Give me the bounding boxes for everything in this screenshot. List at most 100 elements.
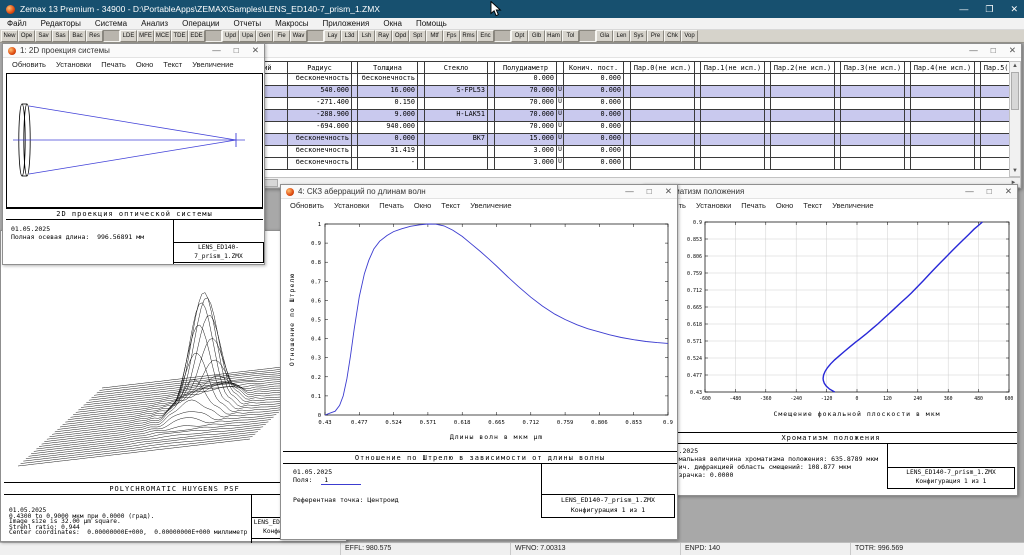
menubar-item-4[interactable]: Операции [175,18,226,30]
cell[interactable] [771,122,835,134]
cell[interactable] [631,86,695,98]
cell[interactable] [841,158,905,170]
cell-solve[interactable] [418,134,425,146]
window-menu-окно[interactable]: Окно [131,60,158,69]
cell-solve[interactable] [488,86,495,98]
toolbar-button-fie[interactable]: Fie [273,30,290,42]
toolbar-button-gla[interactable]: Gla [596,30,613,42]
cell-solve[interactable] [624,98,631,110]
toolbar-button-upa[interactable]: Upa [239,30,256,42]
toolbar-button-vop[interactable]: Vop [681,30,698,42]
cell[interactable]: 940.000 [358,122,418,134]
cell[interactable] [841,86,905,98]
table-row[interactable]: бесконечность-3.000U0.000 [211,158,1011,170]
toolbar-button-lde[interactable]: LDE [120,30,137,42]
toolbar-button-chk[interactable]: Chk [664,30,681,42]
toolbar-button-upd[interactable]: Upd [222,30,239,42]
menubar-item-8[interactable]: Окна [376,18,409,30]
cell[interactable]: - [358,158,418,170]
table-row[interactable]: бесконечность0.000BK715.000U0.000 [211,134,1011,146]
window-menu-увеличение[interactable]: Увеличение [187,60,238,69]
cell-solve[interactable] [624,110,631,122]
cell[interactable] [841,122,905,134]
cell[interactable] [701,98,765,110]
cell[interactable] [631,146,695,158]
cell[interactable] [771,74,835,86]
close-icon[interactable]: ✕ [252,45,259,56]
window-menu-обновить[interactable]: Обновить [7,60,51,69]
cell[interactable]: 3.000 [495,158,557,170]
window-menu-текст[interactable]: Текст [798,201,827,210]
minimize-icon[interactable]: — [212,45,221,56]
cell-solve[interactable] [624,122,631,134]
cell[interactable] [701,146,765,158]
table-row[interactable]: -694.000940.00070.000U0.000 [211,122,1011,134]
cell-solve[interactable] [624,146,631,158]
cell[interactable]: 31.419 [358,146,418,158]
cell[interactable] [425,158,488,170]
cell[interactable] [701,74,765,86]
cell[interactable] [981,146,1011,158]
cell-solve[interactable] [418,86,425,98]
toolbar-button-wav[interactable]: Wav [290,30,307,42]
cell-solve[interactable]: U [557,158,564,170]
minimize-icon[interactable]: — [625,186,634,197]
cell-solve[interactable] [624,134,631,146]
toolbar-button-pre[interactable]: Pre [647,30,664,42]
cell-solve[interactable] [488,98,495,110]
cell[interactable] [425,98,488,110]
table-row[interactable]: -288.9009.000H-LAK5170.000U0.000 [211,110,1011,122]
app-titlebar[interactable]: Zemax 13 Premium - 34900 - D:\PortableAp… [0,0,1024,18]
toolbar-button-spt[interactable]: Spt [409,30,426,42]
cell[interactable]: BK7 [425,134,488,146]
toolbar-button-mtf[interactable]: Mtf [426,30,443,42]
window-menu-обновить[interactable]: Обновить [285,201,329,210]
maximize-icon[interactable]: □ [234,45,239,56]
menubar-item-7[interactable]: Приложения [316,18,377,30]
cell[interactable]: 70.000 [495,110,557,122]
toolbar-button-ham[interactable]: Ham [545,30,562,42]
cell[interactable]: 9.000 [358,110,418,122]
window-menu-текст[interactable]: Текст [158,60,187,69]
editor-titlebar[interactable]: — □ ✕ [211,44,1021,58]
toolbar-button-lsh[interactable]: Lsh [358,30,375,42]
cell[interactable]: 0.000 [564,146,624,158]
cell[interactable]: 540.000 [288,86,352,98]
cell[interactable]: S-FPL53 [425,86,488,98]
toolbar-button-opd[interactable]: Opd [392,30,409,42]
window-strehl-vs-wavelength[interactable]: 4: СКЗ аберраций по длинам волн — □ ✕ Об… [280,184,678,540]
close-icon[interactable]: ✕ [1010,4,1018,15]
cell[interactable] [425,146,488,158]
cell[interactable] [841,74,905,86]
cell[interactable] [701,86,765,98]
cell[interactable] [911,158,975,170]
cell[interactable]: 0.000 [495,74,557,86]
window-menu-окно[interactable]: Окно [409,201,436,210]
cell[interactable]: 0.000 [564,110,624,122]
cell[interactable]: бесконечность [288,74,352,86]
toolbar-button-enc[interactable]: Enc [477,30,494,42]
toolbar-button-fps[interactable]: Fps [443,30,460,42]
cell-solve[interactable] [418,98,425,110]
toolbar-button-glb[interactable]: Glb [528,30,545,42]
chromatic-titlebar[interactable]: Хроматизм положения — □ ✕ [643,185,1017,199]
cell-solve[interactable] [624,86,631,98]
cell[interactable]: 0.000 [564,86,624,98]
toolbar-button-res[interactable]: Res [86,30,103,42]
cell-solve[interactable] [488,146,495,158]
window-lens-data-editor[interactable]: — □ ✕ КомментарийРадиусТолщинаСтеклоПолу… [210,43,1022,189]
window-menu-увеличение[interactable]: Увеличение [465,201,516,210]
table-row[interactable]: 540.00016.000S-FPL5370.000U0.000 [211,86,1011,98]
cell-solve[interactable] [488,134,495,146]
cell[interactable] [911,74,975,86]
cell[interactable]: 70.000 [495,98,557,110]
toolbar-button-sav[interactable]: Sav [35,30,52,42]
cell[interactable] [771,86,835,98]
close-icon[interactable]: ✕ [1005,186,1012,197]
cell[interactable] [701,110,765,122]
cell[interactable]: 0.000 [564,158,624,170]
cell-solve[interactable] [418,146,425,158]
cell-solve[interactable] [488,122,495,134]
toolbar-button-sys[interactable]: Sys [630,30,647,42]
cell-solve[interactable]: U [557,122,564,134]
